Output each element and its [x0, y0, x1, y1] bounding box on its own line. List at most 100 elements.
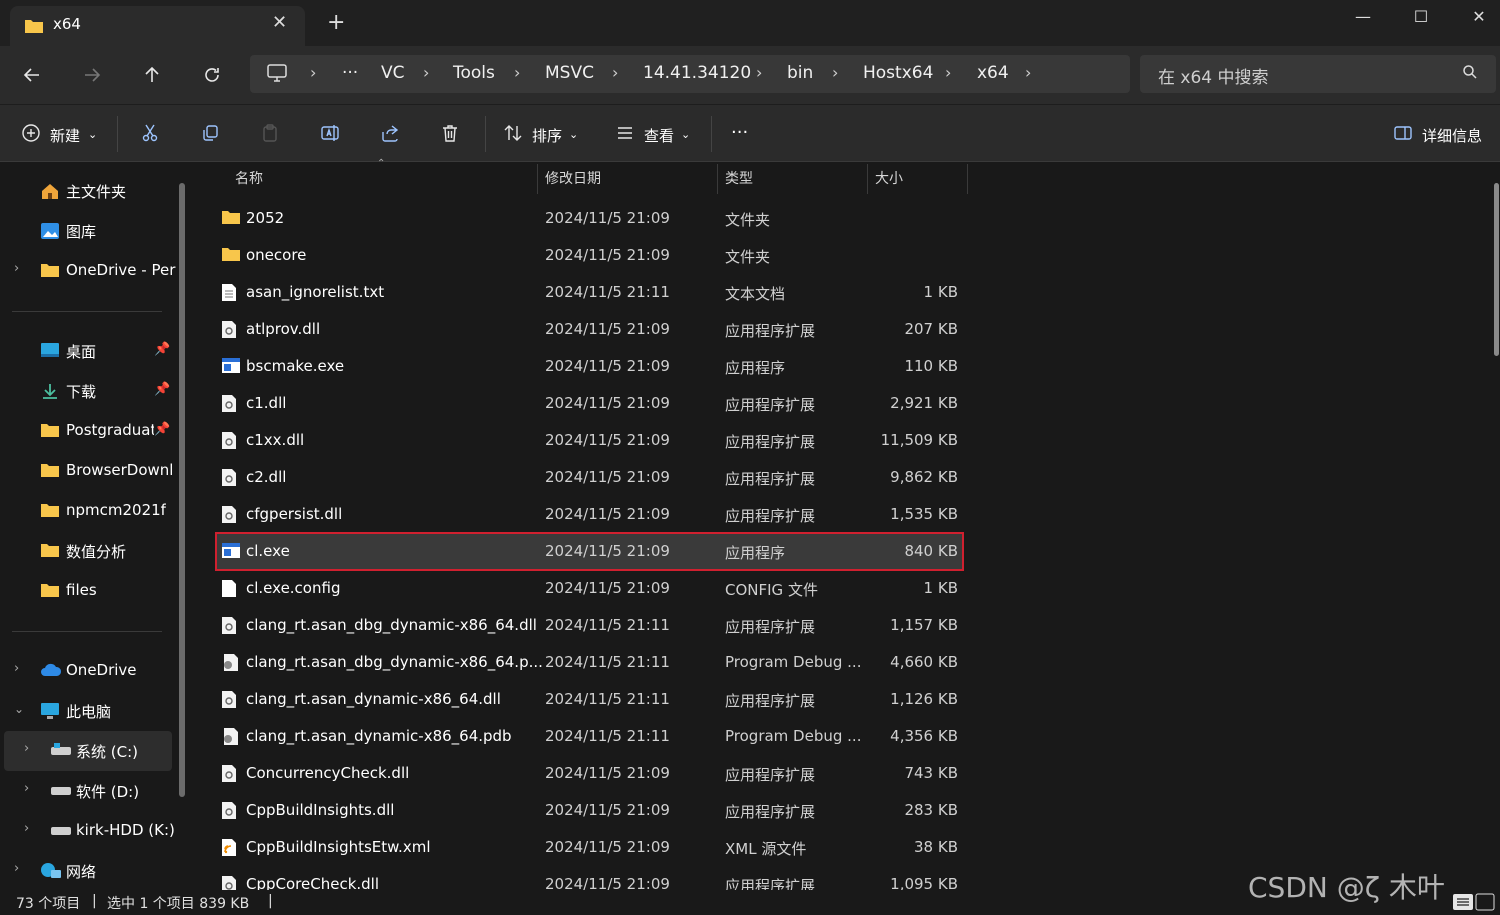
view-button-label[interactable]: 查看: [644, 125, 674, 146]
search-input[interactable]: 在 x64 中搜索: [1140, 55, 1496, 93]
breadcrumb-msvc[interactable]: MSVC: [545, 63, 594, 83]
column-divider[interactable]: [967, 164, 968, 194]
copy-button[interactable]: [195, 118, 225, 148]
column-header-type[interactable]: 类型: [725, 168, 753, 194]
column-header-name[interactable]: 名称: [235, 168, 263, 194]
sidebar-item-network[interactable]: › 网络: [0, 851, 178, 891]
more-options-button[interactable]: ···: [731, 122, 748, 143]
breadcrumb-bin[interactable]: bin: [787, 63, 813, 83]
breadcrumb-hostx64[interactable]: Hostx64: [863, 63, 933, 83]
sidebar-item-home[interactable]: 主文件夹: [0, 171, 178, 211]
sidebar-item-gallery[interactable]: 图库: [0, 211, 178, 251]
file-row[interactable]: c1.dll 2024/11/5 21:09 应用程序扩展 2,921 KB: [216, 385, 963, 422]
column-divider[interactable]: [867, 164, 868, 194]
details-pane-label[interactable]: 详细信息: [1422, 125, 1482, 146]
refresh-button[interactable]: [197, 60, 227, 90]
sidebar-item-desktop[interactable]: 桌面 📌: [0, 331, 178, 371]
up-button[interactable]: [137, 60, 167, 90]
chevron-down-icon[interactable]: ⌄: [14, 702, 24, 716]
maximize-button[interactable]: ☐: [1392, 0, 1450, 32]
close-button[interactable]: ✕: [1450, 0, 1500, 32]
sidebar-item-numerical-analysis[interactable]: 数值分析: [0, 531, 178, 571]
breadcrumb-vc[interactable]: VC: [381, 63, 405, 83]
sidebar-item-npmcm[interactable]: npmcm2021f: [0, 491, 178, 531]
file-date: 2024/11/5 21:11: [545, 283, 670, 301]
file-row[interactable]: ConcurrencyCheck.dll 2024/11/5 21:09 应用程序扩…: [216, 755, 963, 792]
sidebar-item-drive-k[interactable]: › kirk-HDD (K:): [0, 811, 178, 851]
sidebar-item-files[interactable]: files: [0, 571, 178, 611]
new-tab-button[interactable]: +: [327, 10, 345, 35]
sidebar-item-drive-d[interactable]: › 软件 (D:): [0, 771, 178, 811]
chevron-right-icon[interactable]: ›: [24, 741, 29, 756]
breadcrumb-x64[interactable]: x64: [977, 63, 1009, 83]
details-pane-button[interactable]: [1388, 118, 1418, 148]
sort-button-label[interactable]: 排序: [532, 125, 562, 146]
file-row[interactable]: clang_rt.asan_dbg_dynamic-x86_64.p... 202…: [216, 644, 963, 681]
sidebar-item-postgraduate[interactable]: Postgraduat 📌: [0, 411, 178, 451]
breadcrumb-separator[interactable]: ›: [514, 63, 520, 82]
file-row[interactable]: clang_rt.asan_dynamic-x86_64.dll 2024/11/…: [216, 681, 963, 718]
chevron-right-icon[interactable]: ›: [24, 781, 29, 796]
file-row[interactable]: 2052 2024/11/5 21:09 文件夹: [216, 200, 963, 237]
sidebar-item-this-pc[interactable]: ⌄ 此电脑: [0, 691, 178, 731]
file-date: 2024/11/5 21:11: [545, 690, 670, 708]
window-tab[interactable]: x64 ✕: [10, 6, 305, 46]
file-row[interactable]: asan_ignorelist.txt 2024/11/5 21:11 文本文档 1 …: [216, 274, 963, 311]
breadcrumb-separator[interactable]: ›: [832, 63, 838, 82]
file-row[interactable]: CppBuildInsightsEtw.xml 2024/11/5 21:09 XM…: [216, 829, 963, 866]
chevron-right-icon[interactable]: ›: [24, 821, 29, 836]
new-button-label[interactable]: 新建: [50, 125, 80, 146]
column-header-date[interactable]: 修改日期: [545, 168, 601, 194]
paste-button[interactable]: [255, 118, 285, 148]
file-row[interactable]: cl.exe.config 2024/11/5 21:09 CONFIG 文件 1 K…: [216, 570, 963, 607]
new-button[interactable]: [16, 118, 46, 148]
file-row[interactable]: cfgpersist.dll 2024/11/5 21:09 应用程序扩展 1,535…: [216, 496, 963, 533]
file-date: 2024/11/5 21:09: [545, 320, 670, 338]
sort-button[interactable]: [498, 118, 528, 148]
column-divider[interactable]: [537, 164, 538, 194]
chevron-right-icon[interactable]: ›: [14, 261, 19, 276]
file-list-scrollbar[interactable]: [1494, 183, 1499, 356]
breadcrumb-separator[interactable]: ›: [612, 63, 618, 82]
breadcrumb-separator[interactable]: ›: [756, 63, 762, 82]
minimize-button[interactable]: —: [1334, 0, 1392, 32]
computer-icon[interactable]: [266, 63, 288, 87]
cut-button[interactable]: [135, 118, 165, 148]
breadcrumb-version[interactable]: 14.41.34120: [643, 63, 751, 83]
back-button[interactable]: [17, 60, 47, 90]
sidebar-item-onedrive[interactable]: › OneDrive: [0, 651, 178, 691]
tab-close-icon[interactable]: ✕: [272, 12, 287, 33]
sidebar-item-browserdownload[interactable]: BrowserDownl: [0, 451, 178, 491]
forward-button[interactable]: [77, 60, 107, 90]
chevron-right-icon[interactable]: ›: [14, 661, 19, 676]
file-row[interactable]: clang_rt.asan_dbg_dynamic-x86_64.dll 2024…: [216, 607, 963, 644]
tiles-view-icon[interactable]: [1475, 893, 1495, 911]
arrow-right-icon: [85, 68, 101, 82]
file-row-selected[interactable]: cl.exe 2024/11/5 21:09 应用程序 840 KB: [215, 532, 964, 571]
column-divider[interactable]: [717, 164, 718, 194]
file-row[interactable]: bscmake.exe 2024/11/5 21:09 应用程序 110 KB: [216, 348, 963, 385]
share-button[interactable]: [375, 118, 405, 148]
column-header-size[interactable]: 大小: [875, 168, 903, 194]
folder-icon: [221, 246, 241, 266]
file-row[interactable]: c2.dll 2024/11/5 21:09 应用程序扩展 9,862 KB: [216, 459, 963, 496]
breadcrumb-separator[interactable]: ›: [1025, 63, 1031, 82]
rename-button[interactable]: [315, 118, 345, 148]
breadcrumb-more-button[interactable]: ···: [342, 63, 358, 83]
file-row[interactable]: atlprov.dll 2024/11/5 21:09 应用程序扩展 207 KB: [216, 311, 963, 348]
sidebar-item-downloads[interactable]: 下载 📌: [0, 371, 178, 411]
view-button[interactable]: [610, 118, 640, 148]
breadcrumb-separator[interactable]: ›: [945, 63, 951, 82]
sidebar-item-drive-c[interactable]: › 系统 (C:): [4, 731, 172, 771]
file-row[interactable]: CppBuildInsights.dll 2024/11/5 21:09 应用程序扩…: [216, 792, 963, 829]
delete-button[interactable]: [435, 118, 465, 148]
file-row[interactable]: onecore 2024/11/5 21:09 文件夹: [216, 237, 963, 274]
file-row[interactable]: clang_rt.asan_dynamic-x86_64.pdb 2024/11/…: [216, 718, 963, 755]
chevron-right-icon[interactable]: ›: [14, 861, 19, 876]
sidebar-scrollbar[interactable]: [179, 183, 185, 797]
pdb-file-icon: [221, 653, 239, 676]
breadcrumb-separator[interactable]: ›: [423, 63, 429, 82]
sidebar-item-onedrive-personal[interactable]: › OneDrive - Per: [0, 251, 178, 291]
file-row[interactable]: c1xx.dll 2024/11/5 21:09 应用程序扩展 11,509 KB: [216, 422, 963, 459]
breadcrumb-tools[interactable]: Tools: [453, 63, 495, 83]
